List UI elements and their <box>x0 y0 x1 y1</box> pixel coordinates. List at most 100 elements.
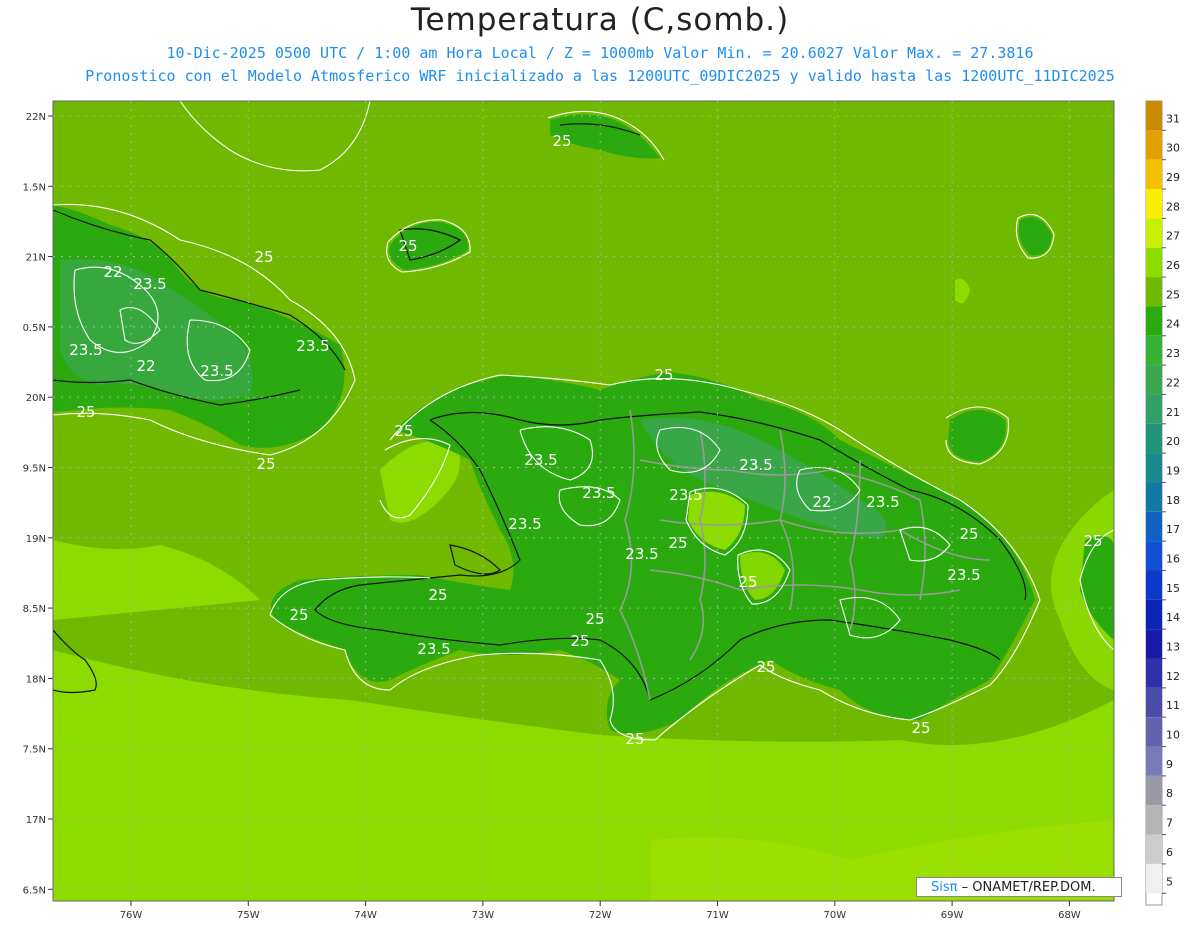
colorbar-swatch <box>1146 570 1162 600</box>
contour-label: 23.5 <box>133 275 166 293</box>
contour-label: 23.5 <box>296 337 329 355</box>
contour-label: 23.5 <box>69 341 102 359</box>
colorbar-swatch <box>1146 394 1162 424</box>
colorbar-label: 8 <box>1166 787 1173 800</box>
colorbar-label: 21 <box>1166 406 1180 419</box>
colorbar-label: 29 <box>1166 171 1180 184</box>
colorbar-swatch <box>1146 247 1162 278</box>
colorbar-label: 9 <box>1166 758 1173 771</box>
contour-label: 25 <box>570 632 589 650</box>
colorbar-swatch <box>1146 746 1162 776</box>
lon-label: 76W <box>120 910 143 921</box>
contour-label: 25 <box>654 366 673 384</box>
lat-label: 6.5N <box>23 885 46 896</box>
lon-label: 68W <box>1058 910 1081 921</box>
colorbar-swatch <box>1146 687 1162 718</box>
contour-label: 23.5 <box>625 545 658 563</box>
colorbar-swatch <box>1146 834 1162 864</box>
lat-label: 17N <box>26 815 46 826</box>
colorbar-label: 11 <box>1166 699 1180 712</box>
colorbar-label: 26 <box>1166 259 1180 272</box>
colorbar-label: 31 <box>1166 112 1180 125</box>
colorbar-swatch <box>1146 658 1162 688</box>
contour-label: 23.5 <box>524 451 557 469</box>
contour-label: 25 <box>625 730 644 748</box>
colorbar-label: 16 <box>1166 552 1180 565</box>
contour-label: 25 <box>76 403 95 421</box>
contour-label: 23.5 <box>866 493 899 511</box>
contour-label: 23.5 <box>417 640 450 658</box>
contour-label: 25 <box>254 248 273 266</box>
contour-label: 23.5 <box>582 484 615 502</box>
colorbar-label: 17 <box>1166 523 1180 536</box>
lat-label: 7.5N <box>23 745 46 756</box>
lon-label: 72W <box>589 910 612 921</box>
colorbar-label: 14 <box>1166 611 1180 624</box>
contour-label: 23.5 <box>739 456 772 474</box>
colorbar-label: 6 <box>1166 846 1173 859</box>
contour-label: 23.5 <box>669 486 702 504</box>
contour-label: 23.5 <box>947 566 980 584</box>
colorbar-swatch <box>1146 717 1162 747</box>
lon-label: 74W <box>354 910 377 921</box>
colorbar-label: 15 <box>1166 582 1180 595</box>
colorbar-label: 24 <box>1166 318 1180 331</box>
colorbar-label: 13 <box>1166 641 1180 654</box>
lon-label: 75W <box>237 910 260 921</box>
colorbar-swatch <box>1146 159 1162 190</box>
colorbar-label: 7 <box>1166 817 1173 830</box>
lat-label: 9.5N <box>23 464 46 475</box>
colorbar-label: 28 <box>1166 200 1180 213</box>
contour-label: 25 <box>289 606 308 624</box>
colorbar-label: 10 <box>1166 729 1180 742</box>
temperature-map: 22N 1.5N 21N 0.5N 20N 9.5N 19N 8.5N 18N 7.5N 17N 6.… <box>23 100 1180 921</box>
contour-label: 22 <box>136 357 155 375</box>
contour-label: 25 <box>668 534 687 552</box>
colorbar-swatch <box>1146 306 1162 336</box>
colorbar-swatch <box>1146 189 1162 219</box>
colorbar-swatch <box>1146 218 1162 248</box>
colorbar-label: 30 <box>1166 142 1180 155</box>
colorbar-swatch <box>1146 775 1162 806</box>
contour-label: 25 <box>738 573 757 591</box>
credit-org: – ONAMET/REP.DOM. <box>957 880 1096 895</box>
lat-label: 18N <box>26 674 46 685</box>
contour-label: 25 <box>256 455 275 473</box>
lat-label: 19N <box>26 534 46 545</box>
colorbar-swatch <box>1146 130 1162 160</box>
latitude-axis: 22N 1.5N 21N 0.5N 20N 9.5N 19N 8.5N 18N 7.5N 17N 6.… <box>23 112 53 896</box>
lon-label: 73W <box>472 910 495 921</box>
colorbar-swatch <box>1146 482 1162 512</box>
contour-label: 22 <box>103 263 122 281</box>
contour-label: 25 <box>428 586 447 604</box>
contour-label: 25 <box>959 525 978 543</box>
credit-box: Sisπ – ONAMET/REP.DOM. <box>916 877 1122 897</box>
contour-label: 22 <box>812 493 831 511</box>
colorbar-swatch <box>1146 453 1162 483</box>
colorbar-label: 18 <box>1166 494 1180 507</box>
lat-label: 0.5N <box>23 323 46 334</box>
contour-label: 23.5 <box>200 362 233 380</box>
lon-label: 70W <box>823 910 846 921</box>
contour-label: 25 <box>394 422 413 440</box>
lat-label: 22N <box>26 112 46 123</box>
colorbar-swatch <box>1146 365 1162 395</box>
lat-label: 8.5N <box>23 604 46 615</box>
colorbar-swatch <box>1146 101 1162 131</box>
colorbar-label: 20 <box>1166 435 1180 448</box>
contour-label: 25 <box>552 132 571 150</box>
colorbar-swatch <box>1146 599 1162 630</box>
colorbar-label: 19 <box>1166 464 1180 477</box>
colorbar-swatch <box>1146 863 1162 894</box>
longitude-axis: 76W 75W 74W 73W 72W 71W 70W 69W 68W <box>120 901 1081 921</box>
colorbar-label: 27 <box>1166 230 1180 243</box>
lon-label: 69W <box>941 910 964 921</box>
colorbar-label: 23 <box>1166 347 1180 360</box>
colorbar-label: 22 <box>1166 376 1180 389</box>
colorbar-swatch <box>1146 423 1162 454</box>
contour-label: 25 <box>398 237 417 255</box>
colorbar-swatch <box>1146 629 1162 659</box>
colorbar-label: 12 <box>1166 670 1180 683</box>
color-legend: 31 30 29 28 27 26 25 24 23 22 21 20 19 18 17 16 15 14 13 12… <box>1145 100 1180 906</box>
contour-label: 23.5 <box>508 515 541 533</box>
